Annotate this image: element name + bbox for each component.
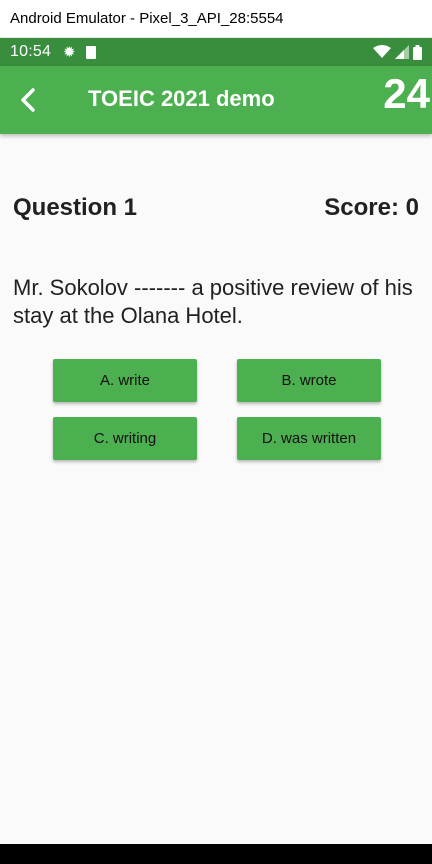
app-title: TOEIC 2021 demo [88, 86, 275, 111]
question-text: Mr. Sokolov ------- a positive review of… [13, 275, 413, 328]
answer-button-b[interactable]: B. wrote [237, 359, 381, 402]
window-title: Android Emulator - Pixel_3_API_28:5554 [10, 10, 284, 27]
emulator-window-titlebar: Android Emulator - Pixel_3_API_28:5554 [0, 0, 432, 38]
question-number: Question 1 [13, 194, 138, 221]
status-time: 10:54 [10, 43, 52, 60]
score-label: Score: 0 [324, 194, 419, 221]
back-arrow-icon [21, 88, 35, 112]
navigation-bar [0, 844, 432, 864]
status-bar: 10:54 ✹ [0, 38, 432, 66]
countdown-timer: 24 [383, 70, 430, 117]
battery-icon [413, 44, 422, 60]
app-bar: TOEIC 2021 demo 24 [0, 66, 432, 134]
answer-button-d[interactable]: D. was written [237, 417, 381, 460]
answer-button-c[interactable]: C. writing [53, 417, 197, 460]
back-button[interactable] [10, 80, 46, 120]
wifi-icon [373, 45, 391, 58]
settings-icon: ✹ [63, 44, 76, 61]
sd-card-icon [85, 45, 96, 59]
signal-icon [395, 45, 409, 59]
answer-button-a[interactable]: A. write [53, 359, 197, 402]
